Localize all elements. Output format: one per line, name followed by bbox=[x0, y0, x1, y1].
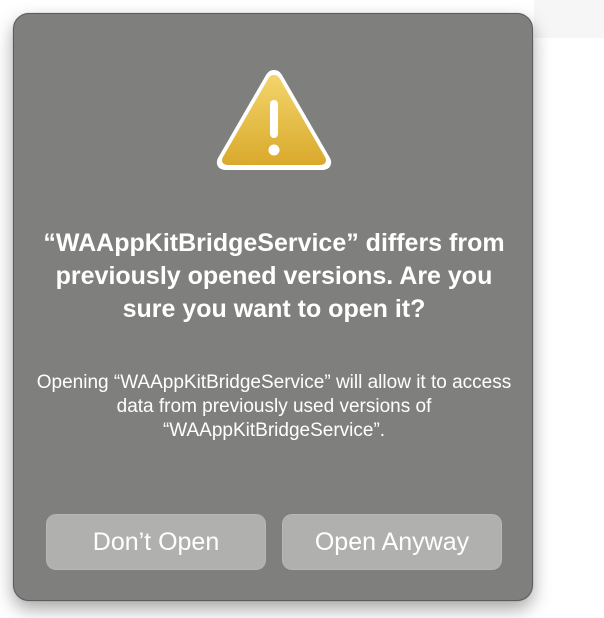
dialog-message: Opening “WAAppKitBridgeService” will all… bbox=[36, 372, 512, 441]
open-anyway-button[interactable]: Open Anyway bbox=[282, 514, 502, 570]
warning-icon bbox=[214, 64, 334, 174]
dialog-title: “WAAppKitBridgeService” differs from pre… bbox=[43, 229, 505, 323]
background-window bbox=[534, 0, 604, 38]
alert-dialog: “WAAppKitBridgeService” differs from pre… bbox=[13, 13, 533, 601]
dont-open-button[interactable]: Don’t Open bbox=[46, 514, 266, 570]
